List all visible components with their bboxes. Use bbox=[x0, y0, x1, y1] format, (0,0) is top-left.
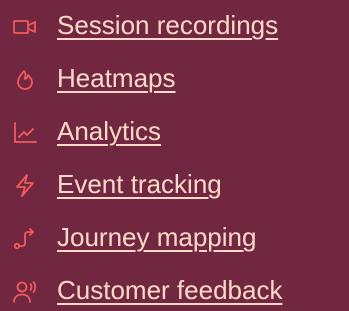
nav-item-event-tracking: Event tracking bbox=[0, 165, 349, 205]
route-icon bbox=[12, 225, 38, 251]
nav-item-journey-mapping: Journey mapping bbox=[0, 218, 349, 258]
event-tracking-link[interactable]: Event tracking bbox=[57, 168, 222, 200]
video-camera-icon bbox=[12, 13, 38, 39]
heatmaps-link[interactable]: Heatmaps bbox=[57, 62, 176, 94]
flame-icon bbox=[12, 66, 38, 92]
customer-feedback-link[interactable]: Customer feedback bbox=[57, 274, 282, 306]
journey-mapping-link[interactable]: Journey mapping bbox=[57, 221, 256, 253]
line-chart-icon bbox=[12, 119, 38, 145]
nav-item-customer-feedback: Customer feedback bbox=[0, 271, 349, 311]
speaking-person-icon bbox=[12, 278, 38, 304]
nav-item-analytics: Analytics bbox=[0, 112, 349, 152]
nav-item-session-recordings: Session recordings bbox=[0, 6, 349, 46]
session-recordings-link[interactable]: Session recordings bbox=[57, 9, 278, 41]
analytics-link[interactable]: Analytics bbox=[57, 115, 161, 147]
lightning-icon bbox=[12, 172, 38, 198]
nav-item-heatmaps: Heatmaps bbox=[0, 59, 349, 99]
